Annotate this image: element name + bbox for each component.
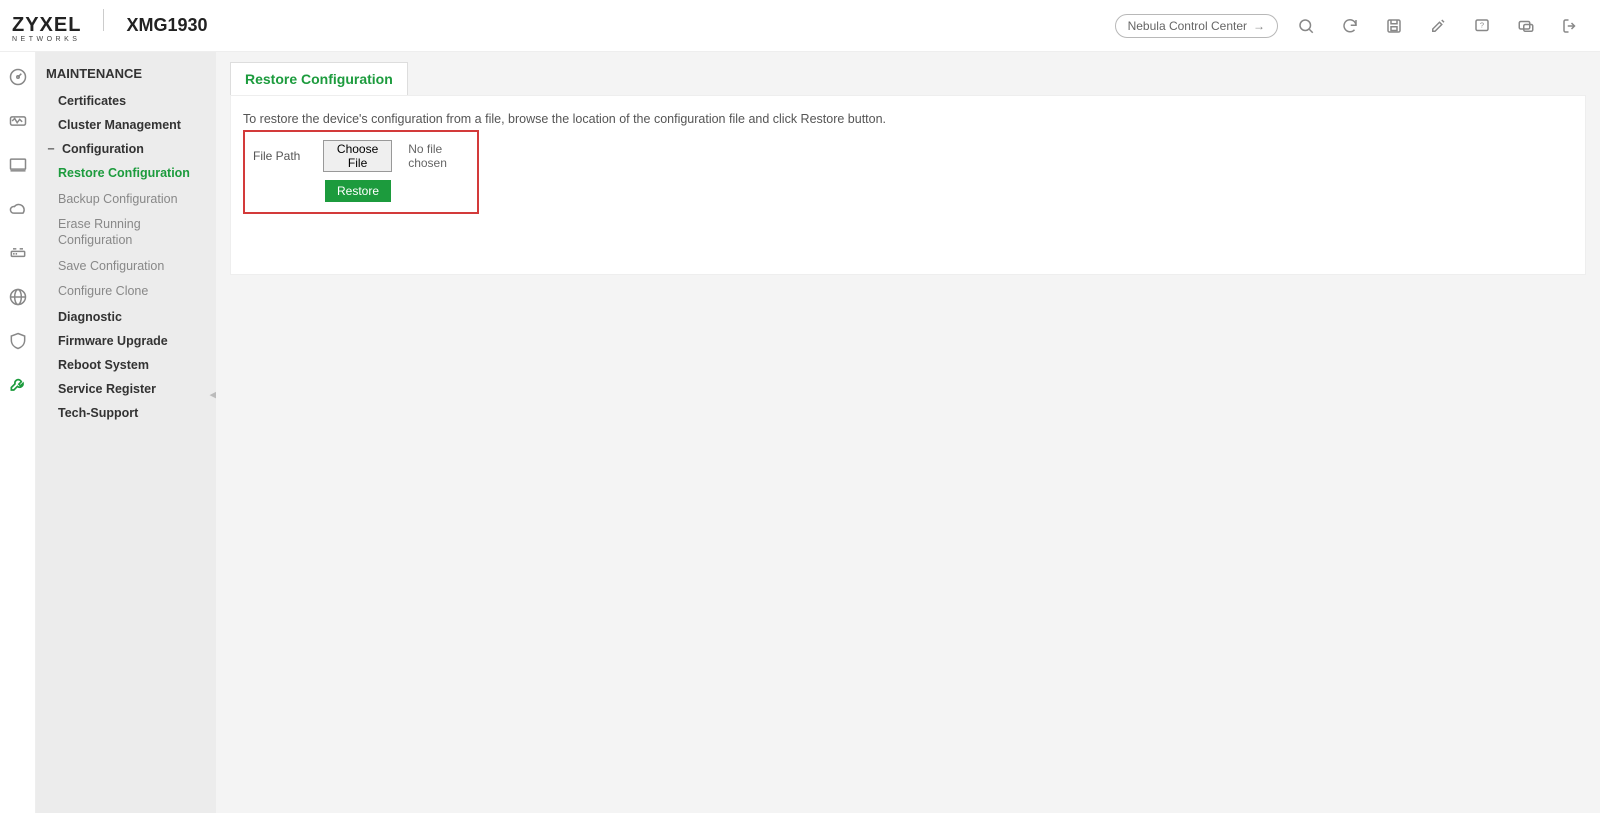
sidebar-subitem-erase-running-configuration[interactable]: Erase Running Configuration [36, 212, 216, 253]
sidebar-title: MAINTENANCE [36, 60, 216, 89]
search-icon[interactable] [1296, 16, 1316, 36]
monitor-icon[interactable] [7, 110, 29, 132]
sidebar-item-reboot-system[interactable]: Reboot System [36, 353, 216, 377]
sidebar-subitem-save-configuration[interactable]: Save Configuration [36, 254, 216, 280]
refresh-icon[interactable] [1340, 16, 1360, 36]
security-icon[interactable] [7, 330, 29, 352]
networking-icon[interactable] [7, 286, 29, 308]
sidebar-item-configuration[interactable]: − Configuration [36, 137, 216, 161]
switching-icon[interactable] [7, 242, 29, 264]
ncc-label: Nebula Control Center [1128, 19, 1247, 33]
restore-form-highlight: File Path Choose File No file chosen Res… [243, 130, 479, 214]
sidebar-subitem-configure-clone[interactable]: Configure Clone [36, 279, 216, 305]
instruction-text: To restore the device's configuration fr… [243, 112, 1573, 126]
logout-icon[interactable] [1560, 16, 1580, 36]
dashboard-icon[interactable] [7, 66, 29, 88]
file-path-row: File Path Choose File No file chosen [253, 140, 469, 172]
sidebar-subitem-restore-configuration[interactable]: Restore Configuration [36, 161, 216, 187]
save-icon[interactable] [1384, 16, 1404, 36]
svg-text:?: ? [1480, 20, 1484, 29]
brand-divider [103, 9, 104, 31]
file-status-text: No file chosen [408, 142, 469, 170]
restore-button[interactable]: Restore [325, 180, 391, 202]
tools-icon[interactable] [1428, 16, 1448, 36]
sidebar-item-diagnostic[interactable]: Diagnostic [36, 305, 216, 329]
sidebar-item-cluster-management[interactable]: Cluster Management [36, 113, 216, 137]
sidebar-item-certificates[interactable]: Certificates [36, 89, 216, 113]
help-icon[interactable]: ? [1472, 16, 1492, 36]
sidebar-subitem-backup-configuration[interactable]: Backup Configuration [36, 187, 216, 213]
sidebar-item-service-register[interactable]: Service Register [36, 377, 216, 401]
arrow-right-icon: → [1253, 19, 1265, 33]
brand-block: ZYXEL NETWORKS XMG1930 [12, 9, 208, 43]
sidebar-item-tech-support[interactable]: Tech-Support [36, 401, 216, 425]
minus-icon: − [46, 142, 56, 156]
brand-main: ZYXEL [12, 15, 81, 35]
maintenance-icon[interactable] [7, 374, 29, 396]
topbar-icons: ? [1296, 16, 1588, 36]
content-area: Restore Configuration To restore the dev… [216, 52, 1600, 813]
nebula-control-center-button[interactable]: Nebula Control Center → [1115, 14, 1278, 38]
tab-restore-configuration[interactable]: Restore Configuration [230, 62, 408, 95]
topbar: ZYXEL NETWORKS XMG1930 Nebula Control Ce… [0, 0, 1600, 52]
sidebar-item-firmware-upgrade[interactable]: Firmware Upgrade [36, 329, 216, 353]
brand-sub: NETWORKS [12, 36, 81, 43]
model-name: XMG1930 [126, 15, 207, 36]
system-icon[interactable] [7, 154, 29, 176]
tab-row: Restore Configuration [230, 62, 1586, 95]
panel: To restore the device's configuration fr… [230, 95, 1586, 275]
forum-icon[interactable] [1516, 16, 1536, 36]
cloud-icon[interactable] [7, 198, 29, 220]
brand-logo: ZYXEL NETWORKS [12, 15, 81, 43]
icon-rail [0, 52, 36, 813]
sidebar-item-label: Configuration [62, 142, 144, 156]
sidebar: MAINTENANCE Certificates Cluster Managem… [36, 52, 216, 813]
choose-file-button[interactable]: Choose File [323, 140, 392, 172]
file-path-label: File Path [253, 149, 307, 163]
